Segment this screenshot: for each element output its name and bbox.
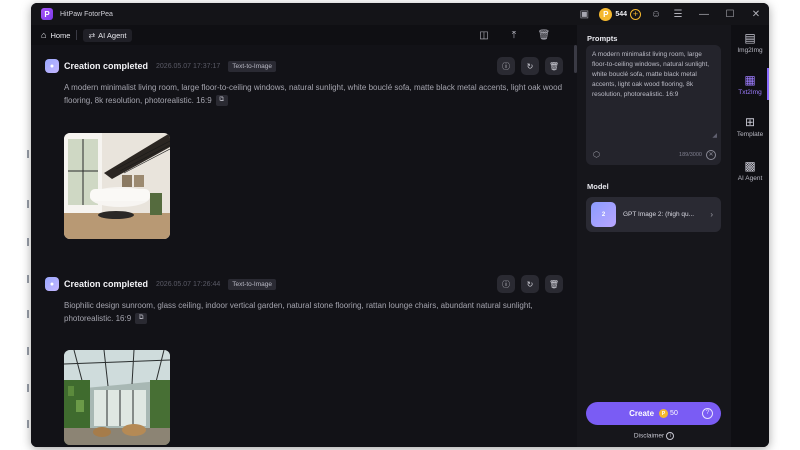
sidebar-item-txt2img[interactable]: ▦ Txt2Img xyxy=(731,73,769,96)
background-page-mark xyxy=(27,150,29,158)
menu-icon[interactable]: ☰ xyxy=(665,9,691,20)
prompts-heading: Prompts xyxy=(587,34,618,43)
app-logo-icon: P xyxy=(41,8,53,20)
creation-feed: ● Creation completed 2026.05.07 17:37:17… xyxy=(31,45,577,447)
app-title: HitPaw FotorPea xyxy=(60,10,113,18)
home-label: Home xyxy=(50,30,71,40)
char-counter: 189/3000 xyxy=(679,152,702,158)
background-page-mark xyxy=(27,238,29,246)
card-timestamp: 2026.05.07 17:26:44 xyxy=(156,280,221,288)
close-button[interactable]: ✕ xyxy=(743,9,769,20)
regenerate-icon[interactable]: ↻ xyxy=(521,275,539,293)
generated-image[interactable] xyxy=(64,133,170,239)
prompt-input-text[interactable]: A modern minimalist living room, large f… xyxy=(592,50,718,100)
copy-icon[interactable]: ⧉ xyxy=(135,312,148,324)
resize-handle-icon[interactable]: ◢ xyxy=(712,132,717,139)
clear-prompt-icon[interactable]: ✕ xyxy=(706,150,716,160)
card-timestamp: 2026.05.07 17:37:17 xyxy=(156,62,221,70)
trash-icon[interactable]: 🗑 xyxy=(529,30,559,41)
model-name: GPT Image 2: (high qu... xyxy=(623,211,695,218)
background-page-mark xyxy=(27,310,29,318)
help-icon[interactable]: ? xyxy=(702,408,713,419)
model-selector[interactable]: 2 GPT Image 2: (high qu... › xyxy=(586,197,721,232)
settings-panel: Prompts A modern minimalist living room,… xyxy=(577,25,731,447)
active-tab-indicator xyxy=(767,68,769,100)
disclaimer-link[interactable]: Disclaimer i xyxy=(577,432,731,440)
info-icon[interactable]: ⓘ xyxy=(497,275,515,293)
scroll-top-icon[interactable]: ⤒ xyxy=(499,30,529,41)
delete-icon[interactable]: 🗑 xyxy=(545,275,563,293)
background-page-mark xyxy=(27,275,29,283)
background-page-mark xyxy=(27,420,29,428)
info-icon[interactable]: ⓘ xyxy=(497,57,515,75)
image-icon: ▤ xyxy=(744,31,756,45)
prompt-input[interactable]: A modern minimalist living room, large f… xyxy=(586,45,721,165)
sidebar-item-template[interactable]: ⊞ Template xyxy=(731,115,769,138)
sidebar-item-img2img[interactable]: ▤ Img2Img xyxy=(731,31,769,54)
add-coins-button[interactable]: + xyxy=(630,8,641,20)
living-room-image xyxy=(64,133,170,239)
delete-icon[interactable]: 🗑 xyxy=(545,57,563,75)
coin-icon: P xyxy=(659,409,669,418)
home-icon: ⌂ xyxy=(41,30,47,40)
disclaimer-label: Disclaimer xyxy=(633,432,665,440)
card-title: Creation completed xyxy=(64,279,149,289)
bot-avatar: ● xyxy=(45,59,59,73)
mode-sidebar: ▤ Img2Img ▦ Txt2Img ⊞ Template ▩ AI Agen… xyxy=(731,25,769,447)
title-bar: P HitPaw FotorPea ▣ P 544 + ☺ ☰ — ☐ ✕ xyxy=(31,3,769,25)
text-image-icon: ▦ xyxy=(744,73,756,87)
cube-icon[interactable]: ⬡ xyxy=(593,150,600,159)
sidebar-item-label: AI Agent xyxy=(737,175,763,182)
account-icon[interactable]: ☺ xyxy=(647,9,665,20)
breadcrumb-bar: ⌂ Home ⇄ AI Agent ◫ ⤒ 🗑 xyxy=(31,25,577,45)
creation-card: ● Creation completed 2026.05.07 17:26:44… xyxy=(31,263,577,447)
generated-image[interactable] xyxy=(64,350,170,445)
info-icon: i xyxy=(666,432,675,440)
create-cost: 50 xyxy=(670,410,678,417)
card-title: Creation completed xyxy=(64,61,149,71)
background-page-mark xyxy=(27,200,29,208)
card-badge: Text-to-Image xyxy=(228,60,276,72)
feedback-icon[interactable]: ▣ xyxy=(575,9,593,20)
divider xyxy=(76,30,78,40)
model-thumbnail: 2 xyxy=(591,202,616,227)
create-label: Create xyxy=(629,409,655,418)
minimize-button[interactable]: — xyxy=(691,9,717,20)
coin-icon: P xyxy=(599,7,613,21)
swap-icon: ⇄ xyxy=(88,30,96,40)
background-page-mark xyxy=(27,347,29,355)
ai-agent-tab[interactable]: ⇄ AI Agent xyxy=(83,28,132,42)
creation-card: ● Creation completed 2026.05.07 17:37:17… xyxy=(31,45,577,263)
card-prompt-text: A modern minimalist living room, large f… xyxy=(64,83,563,105)
card-prompt: A modern minimalist living room, large f… xyxy=(64,82,564,107)
sidebar-item-label: Img2Img xyxy=(737,47,763,54)
sidebar-item-label: Template xyxy=(736,131,764,138)
regenerate-icon[interactable]: ↻ xyxy=(521,57,539,75)
maximize-button[interactable]: ☐ xyxy=(717,9,743,20)
create-button[interactable]: Create P 50 ? xyxy=(586,402,721,425)
sidebar-item-label: Txt2Img xyxy=(738,89,762,96)
coin-balance: 544 xyxy=(615,10,627,18)
ai-agent-label: AI Agent xyxy=(98,30,127,40)
app-window: P HitPaw FotorPea ▣ P 544 + ☺ ☰ — ☐ ✕ ⌂ … xyxy=(31,3,769,447)
grid-icon: ⊞ xyxy=(744,115,756,129)
sunroom-image xyxy=(64,350,170,445)
card-badge: Text-to-Image xyxy=(228,278,276,290)
chevron-right-icon: › xyxy=(710,210,713,219)
background-page-mark xyxy=(27,384,29,392)
chat-bot-icon: ▩ xyxy=(744,159,756,173)
sidebar-item-ai-agent[interactable]: ▩ AI Agent xyxy=(731,159,769,182)
copy-icon[interactable]: ⧉ xyxy=(215,94,228,106)
model-heading: Model xyxy=(587,182,609,191)
history-panel-icon[interactable]: ◫ xyxy=(469,30,499,41)
home-button[interactable]: ⌂ Home xyxy=(41,30,70,40)
card-prompt: Biophilic design sunroom, glass ceiling,… xyxy=(64,300,564,325)
bot-avatar: ● xyxy=(45,277,59,291)
